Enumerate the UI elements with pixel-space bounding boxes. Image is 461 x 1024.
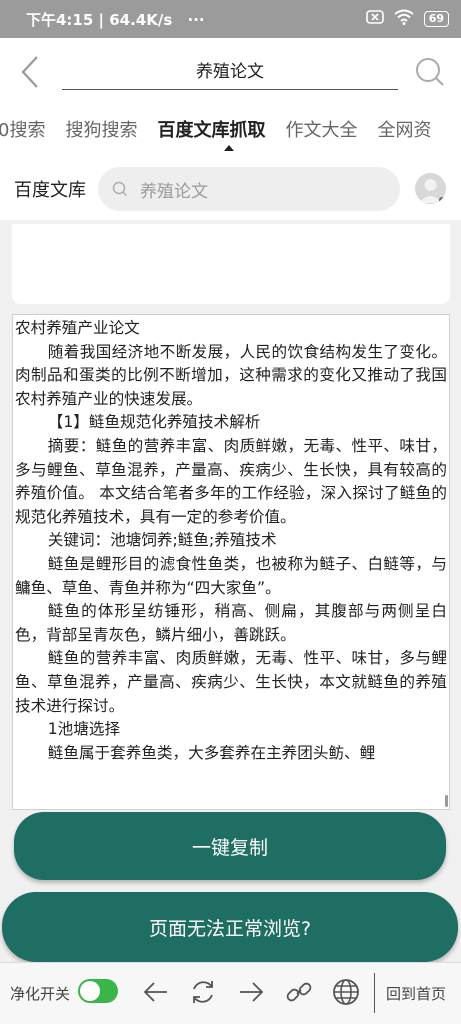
mute-icon — [365, 10, 384, 28]
divider — [374, 973, 375, 1013]
scrollbar[interactable] — [445, 795, 448, 807]
search-query-field[interactable]: 养殖论文 — [62, 50, 398, 90]
doc-paragraph: 1池塘选择 — [47, 720, 121, 739]
toggle-knob — [80, 981, 100, 1001]
doc-paragraph: 鲢鱼的营养丰富、肉质鲜嫩，无毒、性平、味甘，多与鲤鱼、草鱼混养，产量高、疾病少、… — [15, 649, 447, 715]
bottom-toolbar: 净化开关 回到首页 — [0, 962, 461, 1024]
doc-paragraph: 随着我国经济地不断发展，人民的饮食结构发生了变化。肉制品和蛋类的比例不断增加，这… — [15, 342, 447, 408]
avatar[interactable] — [415, 173, 446, 204]
doc-paragraph: 摘要：鲢鱼的营养丰富、肉质鲜嫩，无毒、性平、味甘，多与鲤鱼、草鱼混养，产量高、疾… — [15, 436, 447, 526]
purify-toggle[interactable] — [78, 979, 118, 1003]
copy-all-button[interactable]: 一键复制 — [14, 812, 446, 880]
tab-search-0[interactable]: 0搜索 — [0, 116, 45, 142]
doc-paragraph: 鲢鱼的体形呈纺锤形，稍高、侧扁，其腹部与两侧呈白色，背部呈青灰色，鳞片细小，善跳… — [15, 602, 447, 644]
status-time: 下午4:15 | 64.4K/s — [26, 10, 173, 29]
web-content[interactable]: 农村养殖产业论文 随着我国经济地不断发展，人民的饮食结构发生了变化。肉制品和蛋类… — [0, 220, 461, 815]
page-title: 养殖论文 — [196, 62, 264, 82]
site-search-box[interactable]: 养殖论文 — [98, 167, 400, 211]
tab-essay-collection[interactable]: 作文大全 — [285, 116, 357, 142]
chevron-left-icon — [21, 56, 38, 88]
status-bar: 下午4:15 | 64.4K/s ··· 69 — [0, 0, 461, 38]
document-text: 农村养殖产业论文 随着我国经济地不断发展，人民的饮食结构发生了变化。肉制品和蛋类… — [13, 315, 449, 765]
site-bar: 百度文库 养殖论文 — [0, 162, 461, 220]
active-tab-indicator — [224, 145, 234, 151]
status-dots: ··· — [187, 10, 205, 29]
doc-paragraph: 鲢鱼是鲤形目的滤食性鱼类，也被称为鲢子、白鲢等，与鳙鱼、草鱼、青鱼并称为“四大家… — [15, 554, 447, 597]
back-button[interactable] — [14, 54, 46, 90]
arrow-right-icon[interactable] — [236, 977, 266, 1007]
doc-paragraph: 关键词：池塘饲养;鲢鱼;养殖技术 — [47, 531, 277, 550]
site-name: 百度文库 — [14, 180, 86, 201]
site-search-text: 养殖论文 — [140, 181, 208, 202]
purify-label: 净化开关 — [10, 985, 71, 1003]
tab-baidu-wenku-fetch[interactable]: 百度文库抓取 — [157, 116, 265, 142]
search-icon — [416, 58, 444, 86]
status-time-speed: 下午4:15 | 64.4K/s ··· — [26, 9, 366, 30]
doc-paragraph: 农村养殖产业论文 — [15, 319, 140, 337]
search-icon — [112, 181, 127, 196]
tab-whole-web[interactable]: 全网资 — [377, 116, 431, 142]
home-button[interactable]: 回到首页 — [386, 983, 446, 1004]
battery-icon: 69 — [423, 11, 449, 27]
search-header: 养殖论文 — [0, 38, 461, 106]
tab-sogou-search[interactable]: 搜狗搜索 — [65, 116, 137, 142]
avatar-status-dot — [439, 197, 445, 203]
doc-paragraph: 鲢鱼属于套养鱼类，大多套养在主养团头鲂、鲤 — [47, 743, 376, 762]
globe-icon[interactable] — [331, 977, 361, 1007]
arrow-left-icon[interactable] — [141, 977, 171, 1007]
engine-tabs: 0搜索 搜狗搜索 百度文库抓取 作文大全 全网资 — [0, 106, 461, 162]
refresh-icon[interactable] — [188, 977, 218, 1007]
document-text-box[interactable]: 农村养殖产业论文 随着我国经济地不断发展，人民的饮食结构发生了变化。肉制品和蛋类… — [12, 314, 450, 810]
search-button[interactable] — [414, 56, 446, 88]
blank-card — [12, 224, 450, 304]
doc-paragraph: 【1】鲢鱼规范化养殖技术解析 — [47, 413, 261, 432]
page-not-loading-button[interactable]: 页面无法正常浏览? — [2, 892, 458, 962]
wifi-icon — [394, 9, 414, 29]
link-icon[interactable] — [284, 977, 314, 1007]
